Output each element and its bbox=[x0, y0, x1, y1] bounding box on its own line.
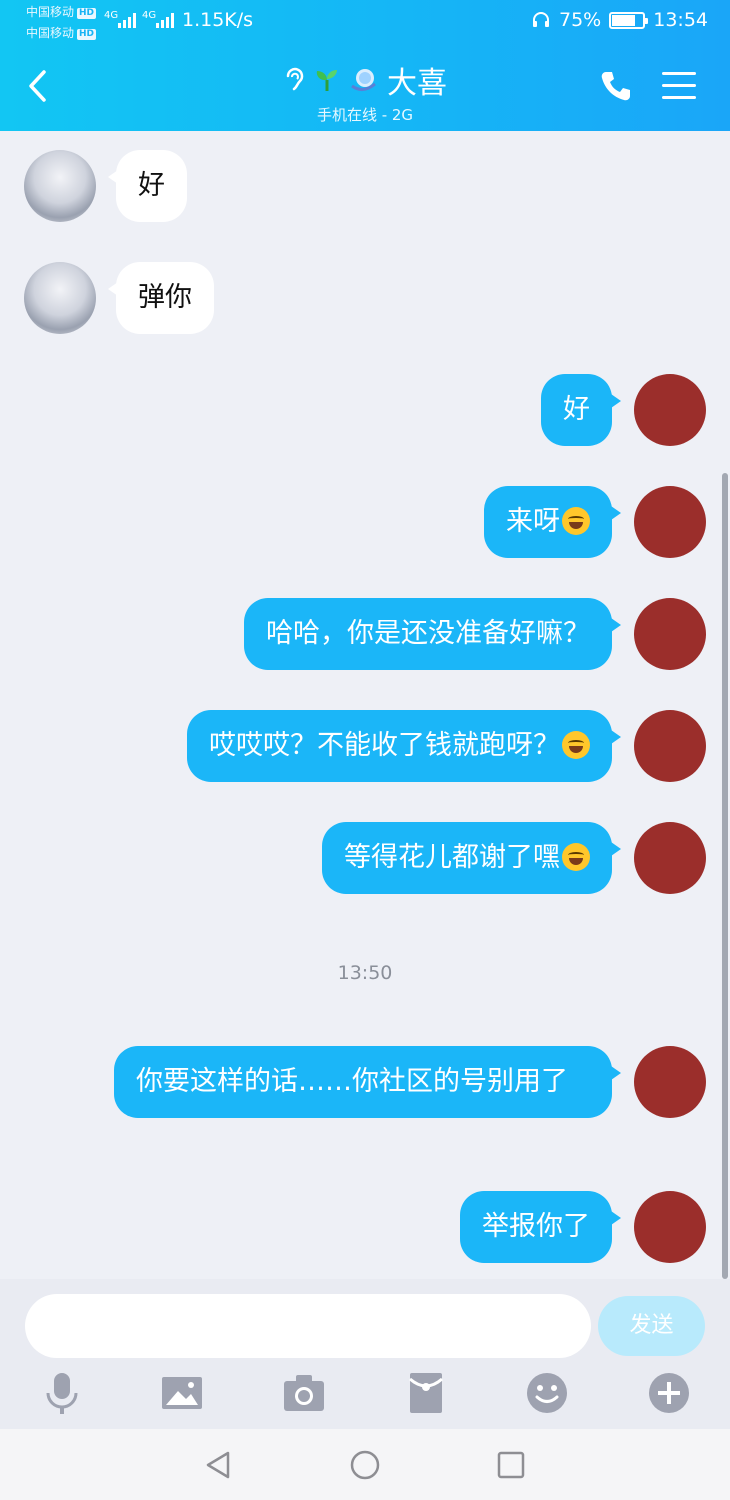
network-type-1: 4G bbox=[104, 10, 119, 21]
sprout-icon bbox=[316, 70, 337, 91]
send-button[interactable]: 发送 bbox=[598, 1296, 705, 1356]
self-avatar[interactable] bbox=[634, 486, 706, 558]
status-right: 75% 13:54 bbox=[531, 9, 708, 31]
laugh-cry-emoji-icon bbox=[562, 843, 590, 871]
message-bubble[interactable]: 弹你 bbox=[108, 262, 214, 334]
signal-icon bbox=[156, 12, 174, 28]
laugh-cry-emoji-icon bbox=[562, 731, 590, 759]
self-avatar[interactable] bbox=[634, 598, 706, 670]
status-bar: 中国移动 HD 中国移动 HD 4G 4G 1.15K/s 75% 13:54 bbox=[0, 0, 730, 44]
input-bar: 发送 bbox=[0, 1279, 730, 1429]
mic-icon[interactable] bbox=[38, 1369, 86, 1417]
carrier-1: 中国移动 HD bbox=[26, 5, 97, 19]
contact-avatar[interactable] bbox=[24, 150, 96, 222]
signal-icon bbox=[118, 12, 136, 28]
message-bubble[interactable]: 哎哎哎？不能收了钱就跑呀？ bbox=[187, 710, 621, 782]
plus-icon[interactable] bbox=[645, 1369, 693, 1417]
message-bubble[interactable]: 举报你了 bbox=[460, 1191, 621, 1263]
message-bubble[interactable]: 好 bbox=[108, 150, 187, 222]
self-avatar[interactable] bbox=[634, 710, 706, 782]
message-bubble[interactable]: 等得花儿都谢了嘿 bbox=[322, 822, 621, 894]
message-bubble[interactable]: 哈哈，你是还没准备好嘛？ bbox=[244, 598, 621, 670]
system-nav-bar bbox=[0, 1429, 730, 1500]
self-avatar[interactable] bbox=[634, 374, 706, 446]
chat-header: 中国移动 HD 中国移动 HD 4G 4G 1.15K/s 75% 13:54 大喜… bbox=[0, 0, 730, 131]
image-icon[interactable] bbox=[158, 1369, 206, 1417]
message-bubble[interactable]: 好 bbox=[541, 374, 621, 446]
ear-icon bbox=[286, 67, 304, 91]
message-list[interactable]: 好 弹你 好 来呀 哈哈，你是还没准备好嘛？ 哎哎哎？不能收了钱就跑呀？ 等得花… bbox=[0, 131, 730, 1279]
message-bubble[interactable]: 来呀 bbox=[484, 486, 621, 558]
emoji-icon[interactable] bbox=[523, 1369, 571, 1417]
contact-name: 大喜 bbox=[387, 66, 447, 101]
message-bubble[interactable]: 你要这样的话……你社区的号别用了 bbox=[114, 1046, 621, 1118]
contact-avatar[interactable] bbox=[24, 262, 96, 334]
headphones-icon bbox=[533, 12, 549, 27]
laugh-cry-emoji-icon bbox=[562, 507, 590, 535]
moon-icon bbox=[351, 69, 376, 91]
battery-percent: 75% bbox=[559, 9, 602, 31]
self-avatar[interactable] bbox=[634, 822, 706, 894]
toolbar bbox=[0, 1369, 730, 1417]
scrollbar[interactable] bbox=[722, 473, 728, 1279]
net-speed: 1.15K/s bbox=[182, 9, 254, 31]
nav-home-icon[interactable] bbox=[347, 1447, 383, 1483]
self-avatar[interactable] bbox=[634, 1046, 706, 1118]
battery-icon bbox=[609, 11, 649, 29]
camera-icon[interactable] bbox=[280, 1369, 328, 1417]
red-packet-icon[interactable] bbox=[402, 1369, 450, 1417]
self-avatar[interactable] bbox=[634, 1191, 706, 1263]
carrier-2: 中国移动 HD bbox=[26, 26, 97, 40]
message-input[interactable] bbox=[25, 1294, 591, 1358]
nav-back-icon[interactable] bbox=[200, 1447, 236, 1483]
menu-icon[interactable] bbox=[662, 72, 696, 100]
online-status: 手机在线 - 2G bbox=[316, 106, 414, 124]
network-type-2: 4G bbox=[142, 10, 157, 21]
nav-recents-icon[interactable] bbox=[493, 1447, 529, 1483]
timestamp: 13:50 bbox=[337, 962, 393, 984]
phone-icon[interactable] bbox=[598, 68, 634, 104]
clock: 13:54 bbox=[653, 9, 708, 31]
